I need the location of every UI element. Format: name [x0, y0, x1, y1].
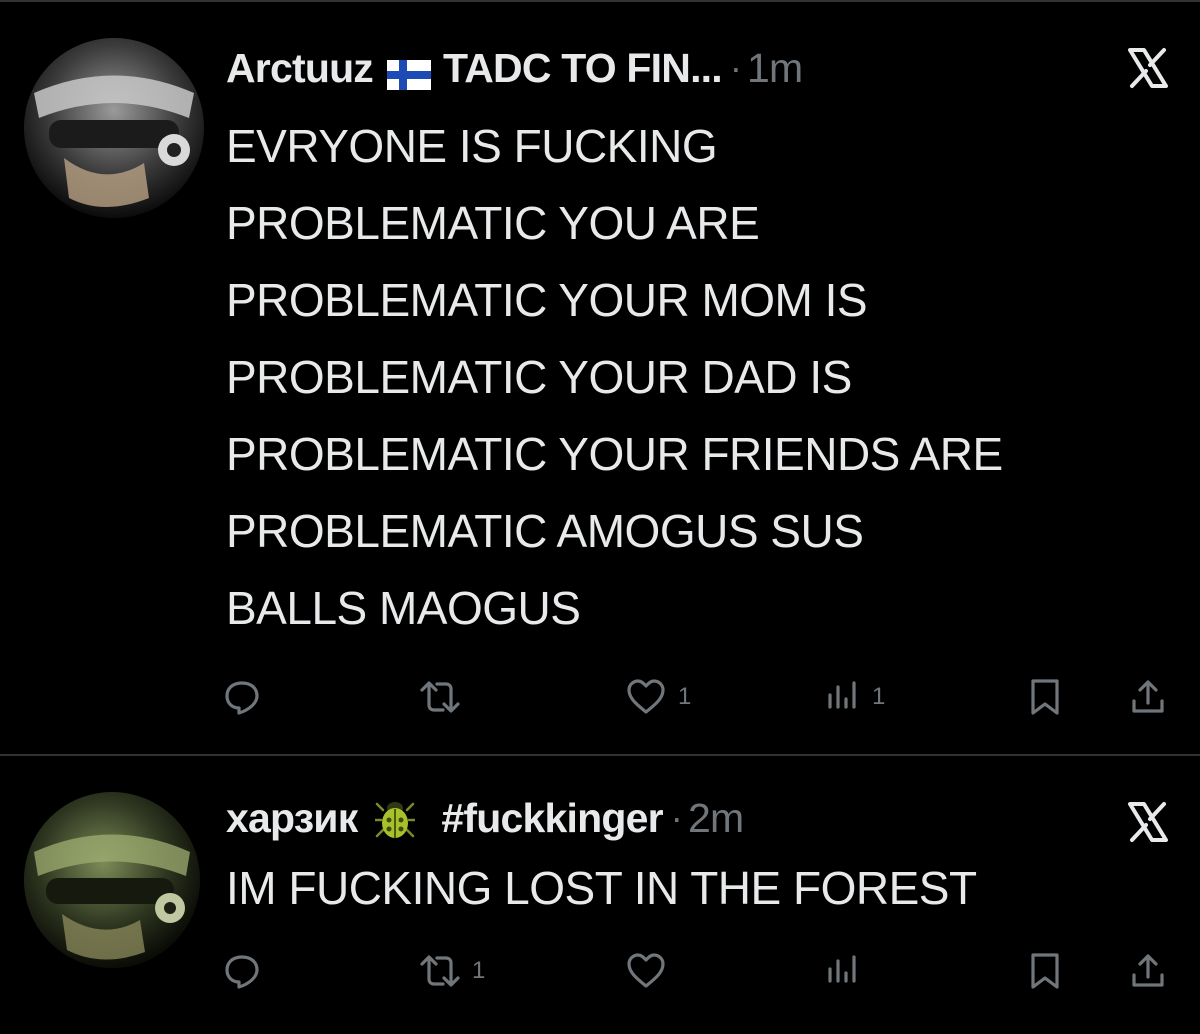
repost-count: 1: [472, 957, 486, 984]
beetle-icon: [374, 796, 417, 840]
views-button[interactable]: 1: [822, 672, 885, 722]
repost-icon: [420, 955, 460, 987]
tweet-text: EVRYONE IS FUCKING PROBLEMATIC YOU ARE P…: [226, 120, 1003, 634]
timestamp[interactable]: 2m: [688, 795, 744, 842]
x-logo-icon[interactable]: [1126, 46, 1170, 90]
action-bar: 1 1: [0, 672, 1200, 722]
name-suffix[interactable]: TADC TO FIN...: [443, 45, 723, 92]
bookmark-button[interactable]: [1028, 672, 1062, 722]
like-icon: [627, 953, 665, 988]
like-count: 1: [678, 683, 692, 710]
bookmark-button[interactable]: [1028, 946, 1062, 996]
reply-icon: [225, 681, 259, 715]
like-icon: [627, 679, 665, 714]
tweet-text: IM FUCKING LOST IN THE FOREST: [226, 862, 977, 914]
avatar[interactable]: [24, 38, 204, 218]
like-button[interactable]: [624, 946, 678, 996]
views-icon: [828, 955, 856, 983]
reply-icon: [225, 955, 259, 989]
finland-flag-icon: [387, 53, 432, 90]
bookmark-icon: [1031, 679, 1059, 715]
repost-icon: [420, 681, 460, 713]
name-suffix[interactable]: #fuckkinger: [441, 795, 663, 842]
views-button[interactable]: [822, 946, 872, 996]
tweet-header: Arctuuz TADC TO FIN... · 1m: [226, 38, 803, 98]
x-logo-icon[interactable]: [1126, 800, 1170, 844]
tweet-header: харзик #fuckkinger · 2m: [226, 788, 744, 848]
like-button[interactable]: 1: [624, 672, 691, 722]
repost-button[interactable]: [418, 672, 472, 722]
share-button[interactable]: [1128, 946, 1168, 996]
share-icon: [1132, 954, 1164, 987]
tweet-harzik[interactable]: харзик #fuckkinger · 2m IM FUCKING LOST …: [0, 756, 1200, 1034]
share-button[interactable]: [1128, 672, 1168, 722]
bookmark-icon: [1031, 953, 1059, 989]
separator: ·: [670, 797, 683, 838]
separator: ·: [729, 47, 742, 88]
views-count: 1: [872, 683, 886, 710]
reply-button[interactable]: [222, 672, 272, 722]
repost-button[interactable]: 1: [418, 946, 485, 996]
tweet-arctuuz[interactable]: Arctuuz TADC TO FIN... · 1m EVRYONE IS F…: [0, 2, 1200, 754]
avatar[interactable]: [24, 792, 200, 968]
reply-button[interactable]: [222, 946, 272, 996]
share-icon: [1132, 680, 1164, 713]
views-icon: [828, 681, 856, 709]
action-bar: 1: [0, 946, 1200, 996]
display-name[interactable]: харзик: [226, 795, 358, 842]
timestamp[interactable]: 1m: [747, 45, 803, 92]
display-name[interactable]: Arctuuz: [226, 45, 374, 92]
